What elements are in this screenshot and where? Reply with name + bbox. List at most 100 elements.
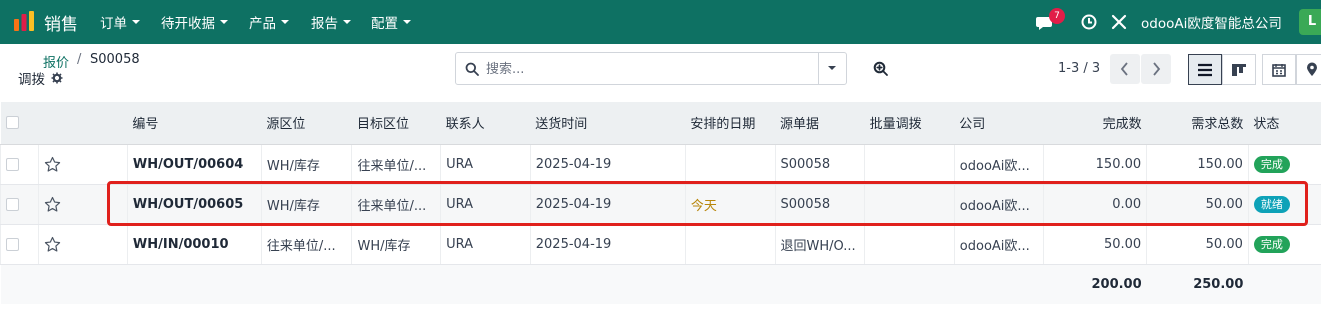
row-quantity-done[interactable]: 150.00 [1043,144,1147,185]
row-checkbox[interactable] [6,157,19,171]
row-select-cell[interactable] [0,224,39,265]
row-status-cell: 完成 [1247,144,1321,185]
row-scheduled-date[interactable]: 今天 [684,184,775,225]
menu-configuration[interactable]: 配置 [371,12,411,32]
status-badge: 就绪 [1253,195,1290,213]
col-delivery-date[interactable]: 送货时间 [530,102,686,145]
table-row[interactable]: WH/OUT/00605 WH/库存 往来单位/... URA 2025-04-19 今天… [0,184,1321,225]
row-quantity-demand[interactable]: 150.00 [1146,144,1249,185]
col-scheduled-date[interactable]: 安排的日期 [685,102,775,145]
pager-previous-button[interactable] [1110,54,1140,84]
pager-value[interactable]: 1-3 / 3 [1058,61,1100,76]
chevron-left-icon [1120,62,1128,76]
total-quantity-done: 200.00 [1043,263,1147,304]
search-icon [465,62,479,76]
row-scheduled-date[interactable] [684,144,775,185]
status-badge: 完成 [1253,235,1290,253]
col-source-document[interactable]: 源单据 [775,102,865,145]
table-row[interactable]: WH/IN/00010 往来单位/... WH/库存 URA 2025-04-19 退回W… [0,224,1321,265]
row-select-cell[interactable] [0,144,39,185]
row-company[interactable]: odooAi欧... [953,144,1044,185]
user-avatar[interactable]: L [1299,9,1321,35]
caret-down-icon [343,20,351,24]
sales-app-icon[interactable] [13,10,35,32]
message-count-badge: 7 [1049,8,1065,24]
row-quantity-demand[interactable]: 50.00 [1146,184,1249,225]
search-options-toggle[interactable] [818,53,846,84]
col-batch-transfer[interactable]: 批量调拨 [864,102,955,145]
clock-icon[interactable] [1081,14,1097,30]
breadcrumb-order-ref[interactable]: S00058 [90,52,140,67]
row-company[interactable]: odooAi欧... [953,224,1044,265]
col-quantity-done[interactable]: 完成数 [1043,102,1147,145]
row-reference[interactable]: WH/OUT/00604 [126,144,262,185]
company-switcher[interactable]: odooAi欧度智能总公司 [1141,12,1282,32]
menu-orders[interactable]: 订单 [100,12,140,32]
row-source-location[interactable]: WH/库存 [260,184,352,225]
row-scheduled-date[interactable] [684,224,775,265]
row-quantity-demand[interactable]: 50.00 [1146,224,1249,265]
row-checkbox[interactable] [6,237,19,251]
star-icon[interactable] [44,196,61,213]
row-delivery-date[interactable]: 2025-04-19 [529,224,686,265]
totals-status-spacer [1248,263,1321,304]
row-quantity-done[interactable]: 0.00 [1043,184,1147,225]
row-contact[interactable]: URA [440,184,531,225]
col-priority [38,102,128,145]
col-status[interactable]: 状态 [1248,102,1321,145]
select-all-cell[interactable] [0,102,39,145]
row-destination-location[interactable]: 往来单位/... [351,184,441,225]
pager-next-button[interactable] [1141,54,1171,84]
app-title[interactable]: 销售 [44,10,78,35]
row-reference[interactable]: WH/OUT/00605 [126,184,262,225]
gear-icon[interactable] [51,72,63,84]
row-source-location[interactable]: 往来单位/... [260,224,352,265]
row-reference[interactable]: WH/IN/00010 [126,224,262,265]
search-bar [455,52,847,85]
map-pin-icon [1307,62,1317,76]
row-priority-cell[interactable] [38,184,128,225]
row-batch-transfer[interactable] [864,224,955,265]
row-priority-cell[interactable] [38,144,128,185]
table-row[interactable]: WH/OUT/00604 WH/库存 往来单位/... URA 2025-04-19 S0… [0,144,1321,185]
row-source-location[interactable]: WH/库存 [260,144,352,185]
row-checkbox[interactable] [6,197,19,211]
breadcrumb-separator: / [77,52,82,67]
row-source-document[interactable]: S00058 [774,144,865,185]
row-destination-location[interactable]: WH/库存 [351,224,441,265]
row-source-document[interactable]: 退回WH/O... [774,224,865,265]
row-contact[interactable]: URA [440,224,531,265]
row-delivery-date[interactable]: 2025-04-19 [529,144,686,185]
menu-products[interactable]: 产品 [249,12,289,32]
row-contact[interactable]: URA [440,144,531,185]
row-destination-location[interactable]: 往来单位/... [351,144,441,185]
row-company[interactable]: odooAi欧... [953,184,1044,225]
menu-reporting[interactable]: 报告 [311,12,351,32]
col-source-location[interactable]: 源区位 [261,102,352,145]
kanban-view-button[interactable] [1222,54,1256,85]
col-quantity-demand[interactable]: 需求总数 [1146,102,1249,145]
row-batch-transfer[interactable] [864,144,955,185]
row-delivery-date[interactable]: 2025-04-19 [529,184,686,225]
row-source-document[interactable]: S00058 [774,184,865,225]
col-contact[interactable]: 联系人 [440,102,531,145]
search-panel-button[interactable] [862,54,900,84]
row-priority-cell[interactable] [38,224,128,265]
menu-to-invoice[interactable]: 待开收据 [161,12,228,32]
row-quantity-done[interactable]: 50.00 [1043,224,1147,265]
search-input[interactable] [486,59,816,79]
row-select-cell[interactable] [0,184,39,225]
col-company[interactable]: 公司 [954,102,1044,145]
star-icon[interactable] [44,156,61,173]
map-view-button[interactable] [1296,54,1321,85]
select-all-checkbox[interactable] [5,116,19,130]
messages-button[interactable]: 7 [1036,8,1068,34]
col-destination-location[interactable]: 目标区位 [351,102,441,145]
col-reference[interactable]: 编号 [127,102,262,145]
tools-icon[interactable] [1111,14,1127,30]
row-batch-transfer[interactable] [864,184,955,225]
calendar-view-button[interactable] [1262,54,1296,85]
list-view-button[interactable] [1188,54,1222,85]
caret-down-icon [281,20,289,24]
star-icon[interactable] [44,236,61,253]
